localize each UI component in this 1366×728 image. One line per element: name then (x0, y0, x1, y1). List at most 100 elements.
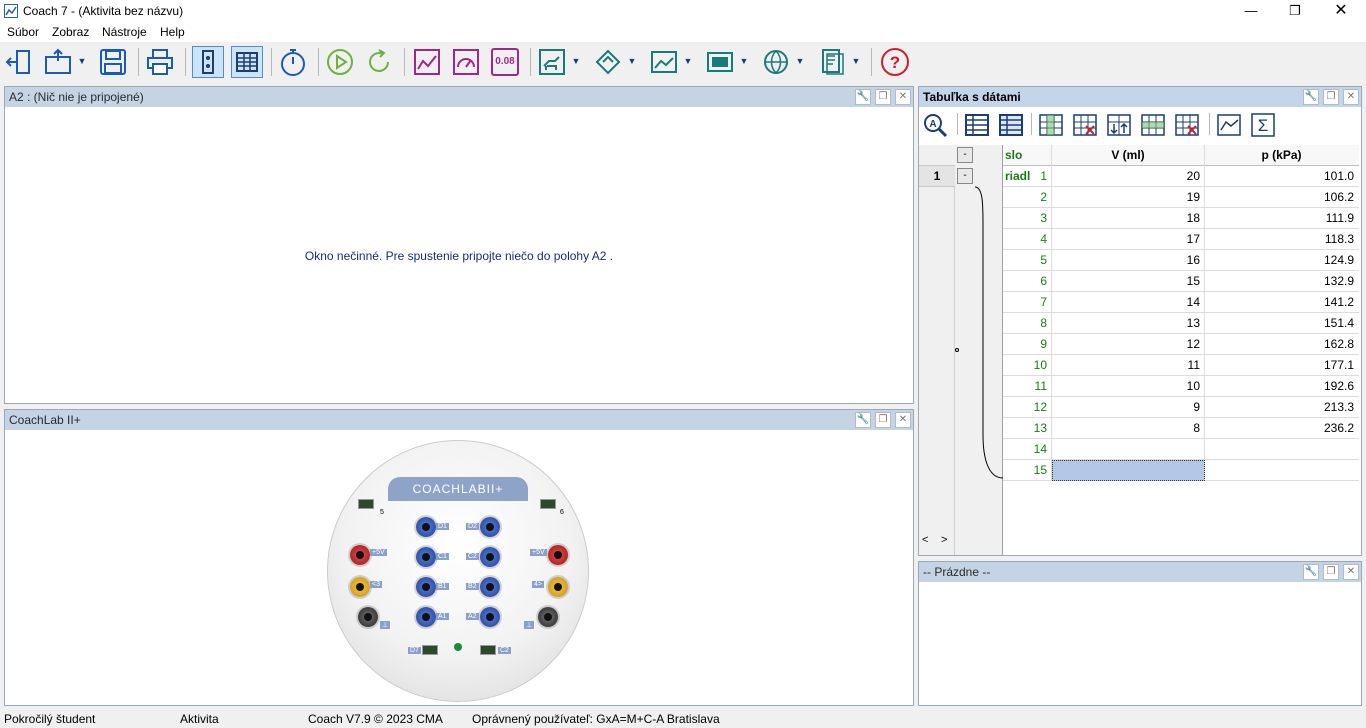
menu-help[interactable]: Help (160, 25, 185, 39)
panel-empty-maximize-icon[interactable]: ❐ (1323, 564, 1339, 580)
row-number-cell[interactable]: 15 (1003, 460, 1052, 481)
panel-empty-close-icon[interactable]: ✕ (1343, 564, 1359, 580)
volume-cell[interactable]: 11 (1052, 355, 1205, 376)
row-number-cell[interactable]: 13 (1003, 418, 1052, 439)
coachlab-port-6[interactable] (540, 499, 556, 509)
pressure-cell[interactable]: 111.9 (1205, 208, 1358, 229)
panel-table-maximize-icon[interactable]: ❐ (1323, 89, 1339, 105)
web-icon[interactable] (760, 46, 792, 78)
menu-nastroje[interactable]: Nástroje (102, 25, 147, 39)
text-icon[interactable] (592, 46, 624, 78)
pressure-cell[interactable]: 132.9 (1205, 271, 1358, 292)
socket-b1[interactable] (416, 577, 436, 597)
scroll-right-button[interactable]: > (941, 534, 947, 546)
menu-zobraz[interactable]: Zobraz (52, 25, 89, 39)
socket-b2[interactable] (480, 577, 500, 597)
delete-column-icon[interactable] (1071, 111, 1099, 139)
open-dropdown-icon[interactable]: ▼ (77, 56, 87, 66)
panel-table-close-icon[interactable]: ✕ (1343, 89, 1359, 105)
volume-cell[interactable]: 10 (1052, 376, 1205, 397)
table-layout-icon[interactable] (963, 111, 991, 139)
value-display-button[interactable]: 0.08 (489, 46, 521, 78)
coachlab-port-5[interactable] (358, 499, 374, 509)
animation-icon[interactable] (536, 46, 568, 78)
volume-cell[interactable]: 17 (1052, 229, 1205, 250)
coachlab-port-c2[interactable] (480, 645, 496, 655)
text-dropdown-icon[interactable]: ▼ (627, 56, 637, 66)
socket-c1[interactable] (416, 547, 436, 567)
coachlab-port-d7[interactable] (422, 645, 438, 655)
volume-cell[interactable]: 9 (1052, 397, 1205, 418)
volume-cell[interactable]: 12 (1052, 334, 1205, 355)
add-column-icon[interactable] (1037, 111, 1065, 139)
socket-5v-left[interactable] (350, 545, 370, 565)
row-number-cell[interactable]: 14 (1003, 439, 1052, 460)
pressure-cell[interactable]: 192.6 (1205, 376, 1358, 397)
column-header-pressure[interactable]: p (kPa) (1205, 145, 1358, 166)
volume-cell[interactable]: 18 (1052, 208, 1205, 229)
scroll-left-button[interactable]: < (922, 534, 928, 546)
socket-a2[interactable] (480, 607, 500, 627)
row-number-cell[interactable]: 2 (1003, 187, 1052, 208)
pressure-cell[interactable]: 213.3 (1205, 397, 1358, 418)
panel-table-settings-icon[interactable]: 🔧 (1303, 89, 1319, 105)
row-number-cell[interactable]: 5 (1003, 250, 1052, 271)
volume-cell[interactable]: 19 (1052, 187, 1205, 208)
picture-dropdown-icon[interactable]: ▼ (683, 56, 693, 66)
row-number-cell[interactable]: 9 (1003, 334, 1052, 355)
exit-icon[interactable] (3, 46, 35, 78)
volume-cell[interactable]: 16 (1052, 250, 1205, 271)
socket-ground-left[interactable] (358, 607, 378, 627)
sort-icon[interactable] (1105, 111, 1133, 139)
pressure-cell[interactable]: 141.2 (1205, 292, 1358, 313)
panel-coachlab-settings-icon[interactable]: 🔧 (855, 412, 871, 428)
panel-a2-maximize-icon[interactable]: ❐ (875, 89, 891, 105)
panel-a2-close-icon[interactable]: ✕ (895, 89, 911, 105)
help-icon[interactable]: ? (879, 46, 911, 78)
print-icon[interactable] (144, 46, 176, 78)
row-number-cell[interactable]: 1 (1003, 166, 1052, 187)
socket-c2[interactable] (480, 547, 500, 567)
video-icon[interactable] (704, 46, 736, 78)
pressure-cell[interactable]: 151.4 (1205, 313, 1358, 334)
web-dropdown-icon[interactable]: ▼ (795, 56, 805, 66)
data-set-label[interactable]: 1 (919, 166, 955, 187)
pressure-cell[interactable] (1205, 460, 1358, 481)
document-icon[interactable] (816, 46, 848, 78)
menu-subor[interactable]: Súbor (7, 25, 39, 39)
panel-empty-settings-icon[interactable]: 🔧 (1303, 564, 1319, 580)
row-number-cell[interactable]: 8 (1003, 313, 1052, 334)
row-number-cell[interactable]: 6 (1003, 271, 1052, 292)
video-dropdown-icon[interactable]: ▼ (739, 56, 749, 66)
pressure-cell[interactable]: 106.2 (1205, 187, 1358, 208)
table-view-icon[interactable] (231, 46, 263, 78)
table-columns-icon[interactable] (997, 111, 1025, 139)
row-number-cell[interactable]: 4 (1003, 229, 1052, 250)
row-number-cell[interactable]: 12 (1003, 397, 1052, 418)
pressure-cell[interactable]: 236.2 (1205, 418, 1358, 439)
plot-icon[interactable] (1215, 111, 1243, 139)
row-number-cell[interactable]: 11 (1003, 376, 1052, 397)
picture-icon[interactable] (648, 46, 680, 78)
pressure-cell[interactable]: 177.1 (1205, 355, 1358, 376)
save-icon[interactable] (97, 46, 129, 78)
restore-button[interactable]: ❐ (1272, 0, 1318, 22)
column-header-volume[interactable]: V (ml) (1052, 145, 1205, 166)
document-dropdown-icon[interactable]: ▼ (851, 56, 861, 66)
minimize-button[interactable]: — (1228, 0, 1274, 22)
stopwatch-icon[interactable] (277, 46, 309, 78)
socket-a1[interactable] (416, 607, 436, 627)
volume-cell[interactable]: 14 (1052, 292, 1205, 313)
pressure-cell[interactable]: 101.0 (1205, 166, 1358, 187)
sum-icon[interactable]: Σ (1249, 111, 1277, 139)
volume-cell[interactable] (1052, 460, 1205, 481)
volume-cell[interactable]: 8 (1052, 418, 1205, 439)
pressure-cell[interactable]: 118.3 (1205, 229, 1358, 250)
volume-cell[interactable]: 15 (1052, 271, 1205, 292)
socket-5v-right[interactable] (548, 545, 568, 565)
panel-coachlab-close-icon[interactable]: ✕ (895, 412, 911, 428)
pressure-cell[interactable] (1205, 439, 1358, 460)
volume-cell[interactable]: 20 (1052, 166, 1205, 187)
panel-coachlab-maximize-icon[interactable]: ❐ (875, 412, 891, 428)
row-number-cell[interactable]: 7 (1003, 292, 1052, 313)
